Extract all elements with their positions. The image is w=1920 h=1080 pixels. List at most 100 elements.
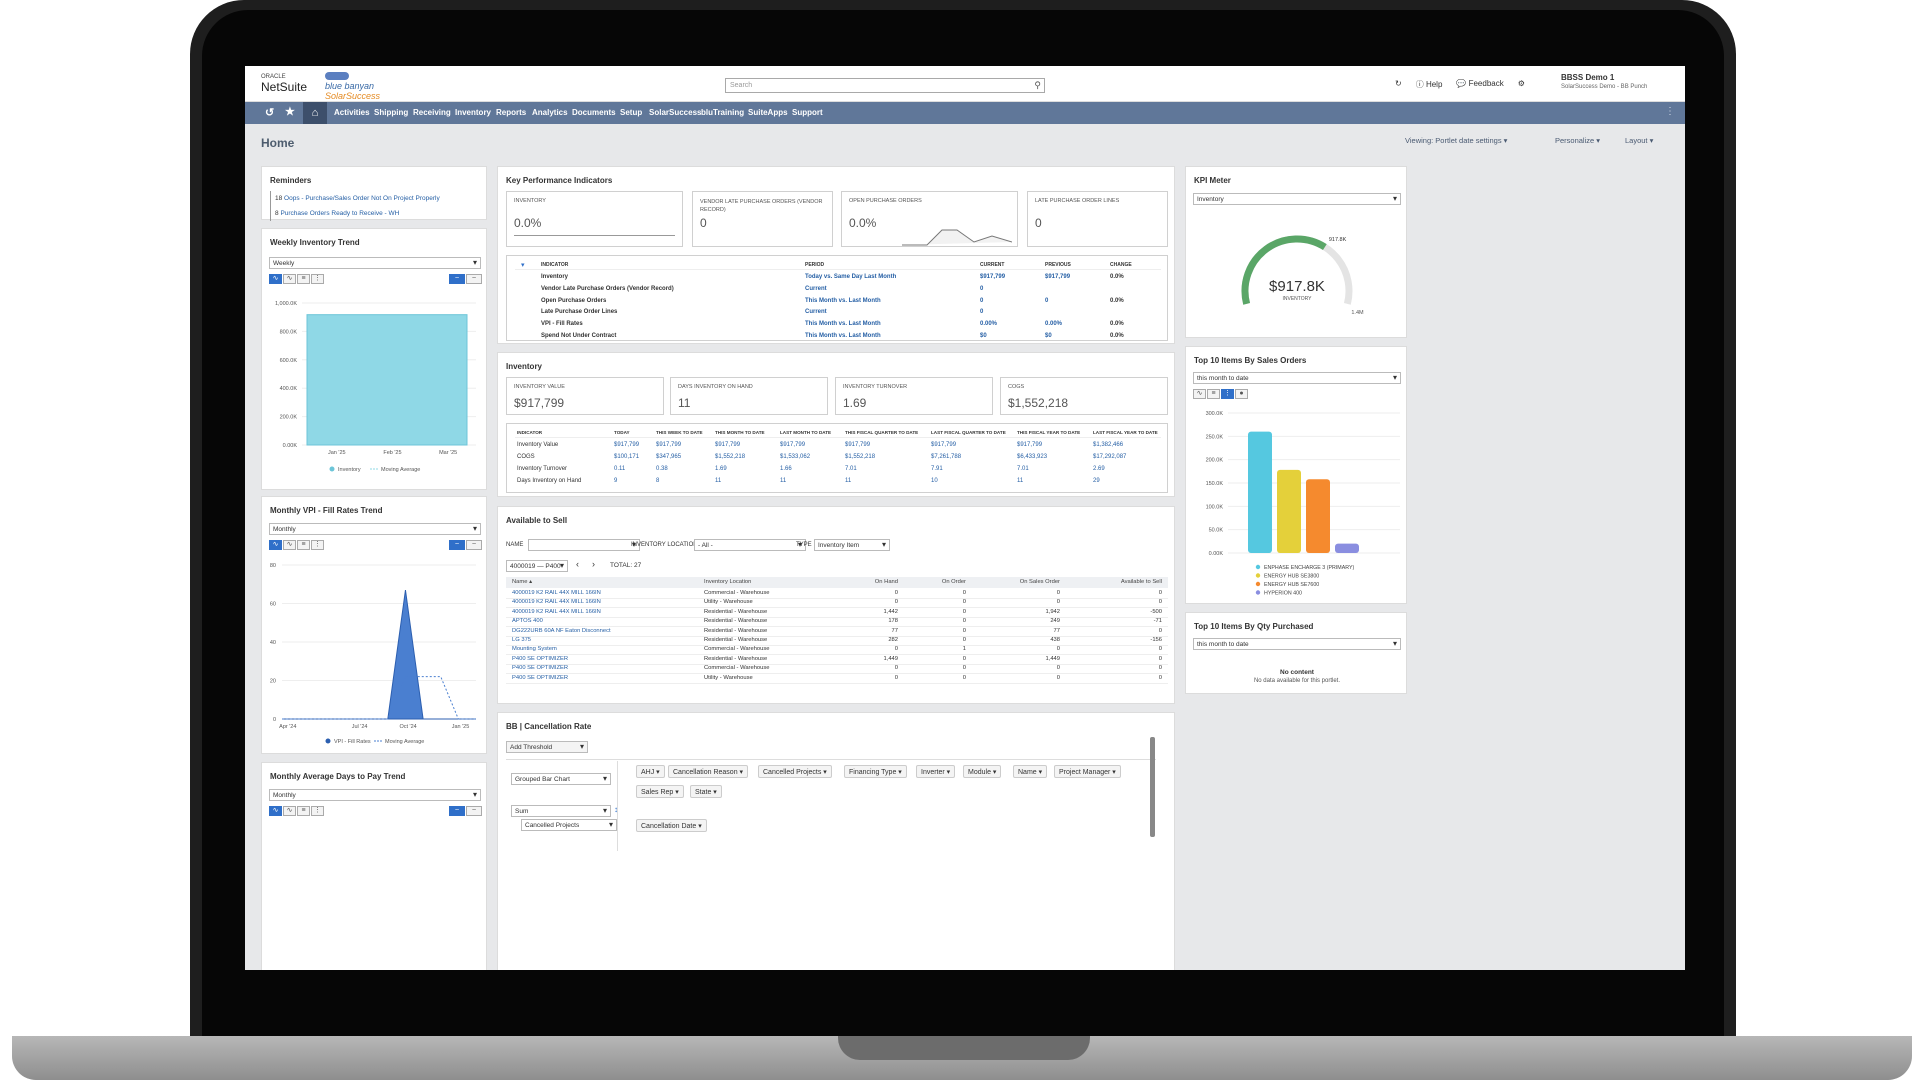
personalize-dropdown[interactable]: Personalize ▾ [1555,136,1600,145]
trend-line-icon[interactable]: ~ [449,540,465,550]
item-link[interactable]: DG222URB 60A NF Eaton Disconnect [512,628,611,634]
period-link[interactable]: This Month vs. Last Month [805,298,881,304]
previous-value[interactable]: $0 [1045,333,1052,339]
period-link[interactable]: Today vs. Same Day Last Month [805,274,896,280]
sort-icon[interactable]: ↕ [614,805,618,814]
scrollbar[interactable] [1150,737,1155,837]
previous-value[interactable]: 0 [1045,298,1048,304]
help-link[interactable]: ⓘ Help [1416,79,1443,90]
inventory-cell[interactable]: 1.69 [715,466,727,472]
inventory-cell[interactable]: $1,533,062 [780,454,810,460]
inventory-cell[interactable]: $917,799 [845,442,870,448]
trend-smooth-icon[interactable]: ~ [466,274,482,284]
column-header[interactable]: Name ▴ [512,579,532,585]
item-link[interactable]: LG 375 [512,637,531,643]
next-page-icon[interactable]: › [592,559,595,569]
column-chart-icon[interactable]: ⋮ [1221,389,1234,399]
inventory-cell[interactable]: $917,799 [931,442,956,448]
inventory-cell[interactable]: 11 [780,478,786,484]
line-chart-icon[interactable]: ∿ [283,806,296,816]
nav-analytics[interactable]: Analytics [532,108,568,117]
item-link[interactable]: 4000019 K2 RAIL 44X MILL 166IN [512,590,601,596]
inventory-tile[interactable]: DAYS INVENTORY ON HAND 11 [670,377,828,415]
dimension-chip[interactable]: Project Manager ▾ [1054,765,1121,778]
line-chart-icon[interactable]: ∿ [1193,389,1206,399]
global-search-input[interactable]: Search ⚲ [725,78,1045,93]
reminder-item[interactable]: 8 Purchase Orders Ready to Receive - WH [275,206,440,221]
grid-menu-icon[interactable]: ⋮ [1665,106,1675,117]
role-icon[interactable]: ⚙ [1518,79,1525,90]
inventory-cell[interactable]: 11 [1017,478,1023,484]
line-chart-icon[interactable]: ∿ [283,274,296,284]
home-icon[interactable]: ⌂ [303,102,327,124]
location-select[interactable]: - All - [694,539,806,551]
inventory-cell[interactable]: $7,261,788 [931,454,961,460]
kpi-tile[interactable]: OPEN PURCHASE ORDERS 0.0% [841,191,1018,247]
previous-value[interactable]: $917,799 [1045,274,1070,280]
period-select[interactable]: Monthly [269,789,481,801]
bar-horizontal-icon[interactable]: ≡ [297,806,310,816]
aggregate-select[interactable]: Sum [511,805,611,817]
nav-blutraining[interactable]: bluTraining [701,108,744,117]
inventory-cell[interactable]: 0.38 [656,466,668,472]
inventory-cell[interactable]: 10 [931,478,938,484]
layout-dropdown[interactable]: Layout ▾ [1625,136,1653,145]
inventory-cell[interactable]: 1.66 [780,466,792,472]
inventory-cell[interactable]: $347,965 [656,454,681,460]
inventory-tile[interactable]: INVENTORY VALUE $917,799 [506,377,664,415]
search-icon[interactable]: ⚲ [1034,80,1041,91]
period-link[interactable]: Current [805,286,827,292]
inventory-cell[interactable]: $917,799 [614,442,639,448]
inventory-cell[interactable]: 2.69 [1093,466,1105,472]
bar-horizontal-icon[interactable]: ≡ [297,540,310,550]
inventory-cell[interactable]: $1,552,218 [715,454,745,460]
line-chart-icon[interactable]: ∿ [283,540,296,550]
dimension-chip[interactable]: AHJ ▾ [636,765,665,778]
nav-shipping[interactable]: Shipping [374,108,408,117]
favorites-star-icon[interactable]: ★ [285,105,295,118]
kpi-tile[interactable]: LATE PURCHASE ORDER LINES 0 [1027,191,1168,247]
inventory-cell[interactable]: 7.01 [1017,466,1029,472]
reminder-item[interactable]: 18 Oops - Purchase/Sales Order Not On Pr… [275,191,440,206]
inventory-cell[interactable]: $1,552,218 [845,454,875,460]
item-link[interactable]: Mounting System [512,646,557,652]
current-value[interactable]: 0 [980,286,983,292]
nav-reports[interactable]: Reports [496,108,526,117]
inventory-tile[interactable]: INVENTORY TURNOVER 1.69 [835,377,993,415]
item-link[interactable]: 4000019 K2 RAIL 44X MILL 166IN [512,609,601,615]
reminder-link[interactable]: Purchase Orders Ready to Receive - WH [280,210,399,217]
nav-suiteapps[interactable]: SuiteApps [748,108,788,117]
add-threshold-button[interactable]: Add Threshold [506,741,588,753]
inventory-cell[interactable]: 9 [614,478,617,484]
bar-horizontal-icon[interactable]: ≡ [1207,389,1220,399]
item-link[interactable]: P400 SE OPTIMIZER [512,656,568,662]
column-header[interactable]: On Hand [875,579,898,585]
period-link[interactable]: This Month vs. Last Month [805,321,881,327]
dimension-chip[interactable]: Sales Rep ▾ [636,785,684,798]
inventory-cell[interactable]: 8 [656,478,659,484]
column-header[interactable]: Inventory Location [704,579,751,585]
nav-setup[interactable]: Setup [620,108,642,117]
column-chart-icon[interactable]: ⋮ [311,806,324,816]
feedback-link[interactable]: 💬 Feedback [1456,79,1503,90]
page-range-select[interactable]: 4000019 — P400 [506,560,568,572]
dimension-chip[interactable]: Inverter ▾ [916,765,956,778]
nav-documents[interactable]: Documents [572,108,616,117]
user-menu[interactable]: BBSS Demo 1 SolarSuccess Demo - BB Punch [1561,73,1647,92]
area-chart-icon[interactable]: ∿ [269,274,282,284]
inventory-cell[interactable]: $917,799 [656,442,681,448]
inventory-cell[interactable]: 11 [845,478,851,484]
reminder-link[interactable]: Oops - Purchase/Sales Order Not On Proje… [284,195,440,202]
period-link[interactable]: This Month vs. Last Month [805,333,881,339]
inventory-tile[interactable]: COGS $1,552,218 [1000,377,1168,415]
period-link[interactable]: Current [805,309,827,315]
inventory-cell[interactable]: $100,171 [614,454,639,460]
column-chart-icon[interactable]: ⋮ [311,274,324,284]
prev-page-icon[interactable]: ‹ [576,559,579,569]
current-value[interactable]: 0 [980,309,983,315]
nav-support[interactable]: Support [792,108,823,117]
date-dimension-chip[interactable]: Cancellation Date ▾ [636,819,707,832]
inventory-cell[interactable]: $917,799 [780,442,805,448]
dimension-chip[interactable]: Name ▾ [1013,765,1048,778]
inventory-cell[interactable]: $6,433,923 [1017,454,1047,460]
